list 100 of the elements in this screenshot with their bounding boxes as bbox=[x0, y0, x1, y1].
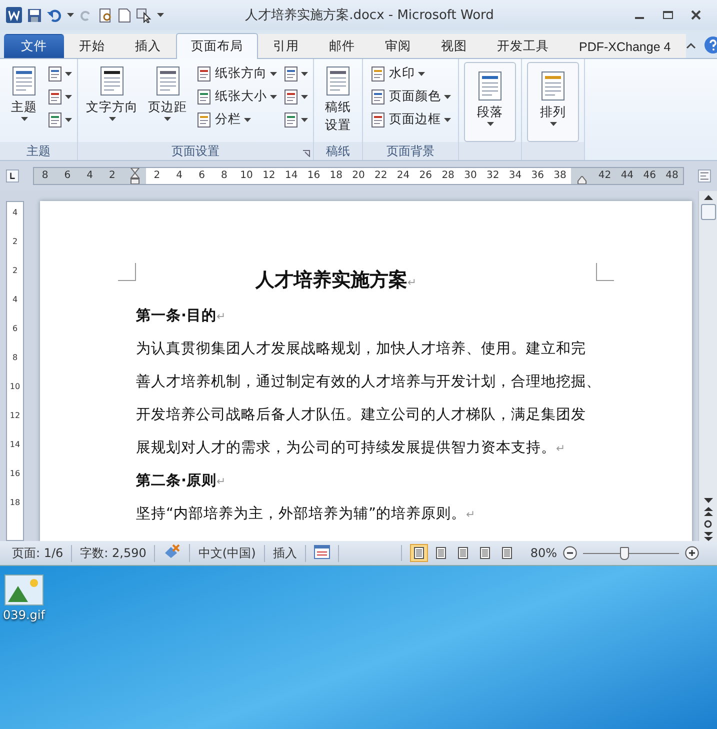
undo-icon[interactable] bbox=[47, 8, 62, 22]
ribbon-button[interactable]: 分栏 bbox=[194, 110, 279, 129]
ruler-number: 32 bbox=[485, 169, 500, 183]
help-icon[interactable] bbox=[704, 36, 717, 54]
zoom-slider-thumb[interactable] bbox=[620, 546, 630, 560]
ribbon-tab[interactable]: 开始 bbox=[64, 34, 120, 58]
ribbon-icon-button[interactable] bbox=[47, 64, 72, 83]
ribbon-icon-button[interactable] bbox=[283, 87, 308, 106]
ruler-number: 22 bbox=[374, 169, 388, 183]
group-label: 页面背景 bbox=[386, 142, 434, 160]
language-indicator[interactable]: 中文(中国) bbox=[190, 544, 265, 562]
ribbon-icon-button[interactable] bbox=[283, 64, 308, 83]
word-count[interactable]: 字数: 2,590 bbox=[72, 544, 156, 562]
restore-icon[interactable] bbox=[663, 10, 673, 20]
view-ruler-icon[interactable] bbox=[698, 168, 711, 184]
view-button[interactable] bbox=[410, 544, 428, 562]
image-file-icon[interactable] bbox=[4, 574, 44, 606]
ribbon-tab[interactable]: 视图 bbox=[426, 34, 482, 58]
ribbon-button[interactable]: 稿纸 设置 bbox=[319, 62, 357, 142]
caret-icon bbox=[444, 94, 451, 98]
up-arrow-icon[interactable] bbox=[704, 195, 712, 200]
ribbon-button[interactable]: 水印 bbox=[368, 64, 453, 83]
zoom-level[interactable]: 80% bbox=[524, 546, 563, 560]
ribbon-icon-button[interactable] bbox=[47, 87, 72, 106]
ribbon-tab[interactable]: 开发工具 bbox=[482, 34, 564, 58]
ribbon-button[interactable]: 页面颜色 bbox=[368, 87, 453, 106]
page-icon bbox=[370, 112, 386, 128]
ruler-number: 6 bbox=[63, 169, 72, 183]
ruler-number: 12 bbox=[262, 169, 276, 183]
ribbon-button[interactable]: 页面边框 bbox=[368, 110, 453, 129]
indent-marker-icon[interactable] bbox=[130, 168, 140, 184]
cursor-select-icon[interactable] bbox=[136, 8, 152, 22]
close-icon[interactable] bbox=[691, 10, 701, 20]
page-icon bbox=[370, 88, 386, 104]
page-view-icon bbox=[413, 547, 426, 559]
scroll-thumb[interactable] bbox=[700, 204, 716, 220]
group-label: 主题 bbox=[26, 142, 50, 160]
ruler-number: 4 bbox=[12, 208, 18, 217]
ribbon-tab[interactable]: 引用 bbox=[258, 34, 314, 58]
insert-mode-indicator[interactable]: 插入 bbox=[264, 544, 306, 562]
vertical-scrollbar[interactable] bbox=[698, 191, 717, 541]
ruler-number: 48 bbox=[664, 169, 680, 183]
word-logo-icon bbox=[6, 7, 22, 23]
ribbon-button[interactable]: 纸张大小 bbox=[194, 87, 279, 106]
caret-icon bbox=[244, 118, 251, 122]
ruler-number: 44 bbox=[620, 169, 635, 183]
page-icon bbox=[283, 88, 299, 104]
customize-caret-icon bbox=[157, 13, 164, 17]
indent-marker-icon[interactable] bbox=[577, 176, 588, 184]
ribbon-tab[interactable]: 邮件 bbox=[314, 34, 370, 58]
ribbon-button[interactable]: 纸张方向 bbox=[194, 64, 279, 83]
group-footer bbox=[522, 142, 584, 160]
window-title: 人才培养实施方案.docx - Microsoft Word bbox=[244, 7, 495, 24]
ruler-number: 4 bbox=[86, 169, 94, 183]
save-icon[interactable] bbox=[27, 8, 42, 22]
ruler-number: 28 bbox=[440, 169, 456, 183]
corner-mark-icon bbox=[118, 263, 136, 281]
ruler-number: 10 bbox=[239, 169, 254, 183]
ruler-number: 2 bbox=[12, 237, 18, 246]
ribbon-tab[interactable]: 文件 bbox=[4, 34, 64, 58]
macro-icon[interactable] bbox=[314, 544, 330, 558]
new-document-icon[interactable] bbox=[118, 8, 131, 22]
ruler-number: 2 bbox=[108, 169, 116, 183]
ruler-number: 14 bbox=[10, 440, 20, 449]
zoom-out-icon[interactable] bbox=[563, 546, 577, 560]
ruler-number: 24 bbox=[396, 169, 411, 183]
zoom-in-icon[interactable] bbox=[685, 546, 699, 560]
ribbon-tab[interactable]: 插入 bbox=[120, 34, 176, 58]
ribbon-button[interactable]: 主题 bbox=[5, 62, 43, 142]
down-arrow-icon[interactable] bbox=[704, 498, 712, 503]
ruler-number: 18 bbox=[328, 169, 344, 183]
ribbon-button[interactable]: 页边距 bbox=[145, 62, 190, 142]
ribbon-tab[interactable]: 审阅 bbox=[370, 34, 426, 58]
ruler-number: 10 bbox=[10, 382, 20, 391]
caret-icon bbox=[418, 72, 425, 76]
ruler-number: 2 bbox=[12, 266, 18, 275]
corner-mark-icon bbox=[596, 263, 614, 281]
browse-object-icon[interactable] bbox=[704, 520, 712, 528]
caret-icon bbox=[65, 94, 72, 98]
page-icon bbox=[47, 66, 63, 82]
proofing-icon[interactable] bbox=[163, 544, 182, 559]
ribbon-button[interactable]: 文字方向 bbox=[83, 62, 141, 142]
ruler-number: 20 bbox=[351, 169, 366, 183]
caret-icon bbox=[301, 94, 308, 98]
print-preview-icon[interactable] bbox=[98, 8, 113, 22]
ruler-number: 4 bbox=[12, 295, 18, 304]
collapse-ribbon-icon[interactable] bbox=[686, 42, 696, 48]
ruler-number: 8 bbox=[12, 353, 18, 362]
ribbon-icon-button[interactable] bbox=[283, 110, 308, 129]
ribbon-tab[interactable]: PDF-XChange 4 bbox=[564, 34, 686, 58]
ribbon-tab[interactable]: 页面布局 bbox=[176, 33, 258, 59]
page-view-icon bbox=[435, 547, 448, 559]
caret-icon bbox=[444, 118, 451, 122]
page-count[interactable]: 页面: 1/6 bbox=[4, 544, 72, 562]
tab-selector-icon[interactable] bbox=[6, 168, 19, 184]
previous-page-icon[interactable] bbox=[704, 507, 712, 516]
dialog-launcher-icon[interactable] bbox=[303, 150, 310, 157]
group-label: 稿纸 bbox=[326, 142, 350, 160]
caret-icon bbox=[67, 13, 74, 17]
ribbon-icon-button[interactable] bbox=[47, 110, 72, 129]
